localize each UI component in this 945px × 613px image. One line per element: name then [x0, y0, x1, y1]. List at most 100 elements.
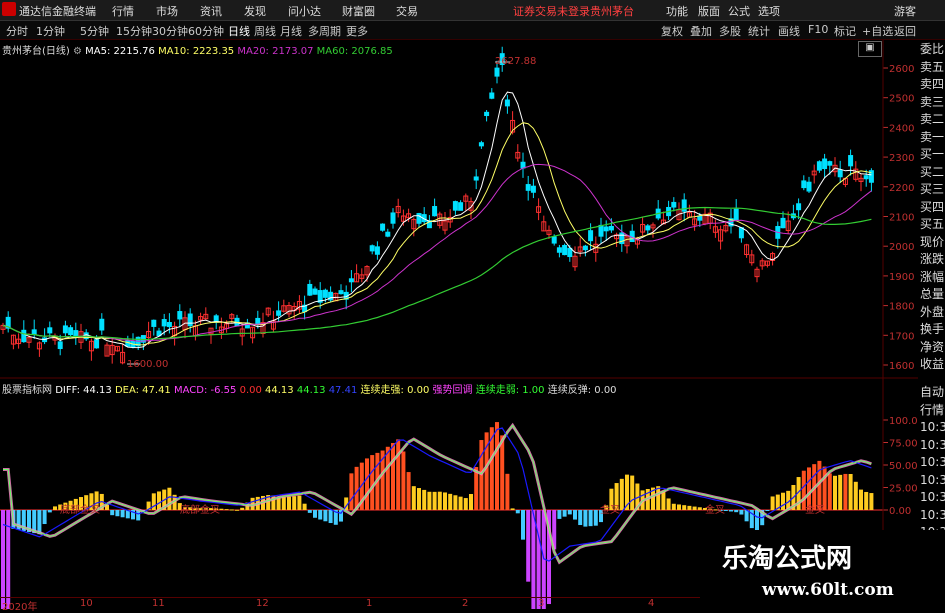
candle-body [494, 67, 500, 77]
quote-field-label: 卖五 [920, 59, 945, 74]
macd-bar [120, 510, 125, 518]
candle-body [837, 169, 843, 178]
macd-bar [521, 510, 525, 540]
candle-body [57, 341, 63, 350]
candle-body [187, 313, 193, 327]
candle-body [484, 111, 490, 117]
macd-bar [656, 486, 661, 510]
macd-bar [328, 510, 333, 524]
price-axis: 2600 2500 2400 2300 2200 2100 2000 1900 1800 1700… [883, 64, 914, 372]
quote-field-label: 收益 [920, 357, 945, 371]
candle-body [458, 202, 464, 211]
tick-item: 10:31 [920, 507, 945, 522]
price-tick-label: 1600 [889, 361, 914, 372]
candle-body [390, 212, 396, 224]
quote-field-label: 卖二 [920, 112, 945, 126]
macd-bar [853, 481, 858, 510]
candle-body [738, 227, 744, 239]
date-label: 10 [80, 598, 93, 609]
candle-body [478, 142, 484, 147]
macd-bar [827, 473, 832, 510]
candle-body [473, 176, 479, 181]
macd-bar [469, 494, 473, 510]
macd-bar [500, 435, 505, 510]
quote-field-label: 卖四 [920, 77, 945, 91]
candle-body [489, 92, 495, 99]
macd-bar [6, 510, 11, 609]
price-tick-label: 2600 [889, 64, 914, 75]
price-tick-label: 2400 [889, 123, 914, 134]
candle-body [645, 225, 651, 231]
macd-tick-label: 100.0 [889, 416, 918, 427]
candle-body [177, 311, 183, 320]
quote-field-label: 现价 [920, 234, 945, 249]
chart-canvas[interactable]: 2600 2500 2400 2300 2200 2100 2000 1900 1800 1700… [0, 0, 945, 609]
pullback-label: 强势回调 [432, 385, 473, 396]
macd-bar [833, 475, 837, 510]
candle-body [312, 288, 318, 295]
macd-bar [401, 451, 406, 510]
macd-bar [765, 510, 770, 511]
macd-tick-label: 0.00 [889, 506, 911, 517]
candle-body [21, 329, 27, 343]
macd-bar [411, 486, 416, 510]
macd-bar [406, 472, 411, 510]
macd-bar [458, 496, 463, 510]
candle-body [276, 310, 282, 316]
settings-icon[interactable]: ⚙ [73, 46, 82, 57]
quote-field-label: 净资 [920, 339, 945, 354]
quote-field-label: 外盘 [920, 304, 945, 319]
weak-value: 连续走弱: 1.00 [475, 385, 545, 396]
macd-bar [505, 473, 510, 510]
macd-bar [437, 491, 442, 510]
macd-bar [453, 495, 458, 510]
main-info-bar: 贵州茅台(日线) ⚙ MA5: 2215.76 MA10: 2223.35 MA… [2, 42, 393, 57]
ma20-line [2, 163, 872, 342]
date-label: 2 [462, 598, 469, 609]
macd-bar [734, 510, 739, 513]
candle-body [806, 181, 812, 192]
macd-title: 股票指标网 [2, 385, 52, 396]
macd-bar [677, 504, 681, 510]
macd-tick-label: 50.00 [889, 461, 918, 472]
macd-bar [427, 491, 432, 510]
macd-bar [531, 510, 536, 609]
candle-body [848, 155, 854, 167]
macd-bar [370, 455, 375, 510]
candlestick-series [0, 46, 874, 365]
price-tick-label: 1800 [889, 302, 914, 313]
macd-bar [115, 510, 120, 517]
macd-bar [755, 510, 759, 531]
candle-body [73, 330, 79, 337]
candle-body [520, 161, 526, 169]
candle-body [99, 318, 105, 331]
macd-bar [443, 492, 447, 510]
macd-bar [838, 474, 843, 510]
candle-body [567, 247, 573, 258]
main-title: 贵州茅台(日线) [2, 46, 70, 57]
candle-body [322, 289, 328, 298]
macd-bar [396, 439, 401, 510]
candle-body [671, 201, 677, 208]
macd-bar [318, 510, 323, 520]
candle-body [348, 278, 354, 283]
v1-value: 0.00 [239, 385, 262, 396]
candle-body [166, 322, 172, 328]
macd-bar [422, 489, 427, 510]
candle-body [827, 161, 833, 166]
macd-bar [354, 466, 359, 510]
candle-body [68, 327, 74, 336]
macd-bar [53, 506, 57, 510]
tick-item: 10:31 [920, 420, 945, 434]
macd-bar [515, 510, 520, 514]
macd-bar [859, 489, 863, 510]
candle-body [151, 319, 157, 327]
zoom-icon[interactable]: ▣ [858, 41, 882, 57]
candle-body [530, 185, 536, 193]
v4-value: 47.41 [328, 385, 358, 396]
candle-body [780, 217, 786, 229]
cross-label: 金叉 [805, 503, 825, 516]
tick-item: 10:31 [920, 437, 945, 452]
macd-bar [391, 443, 395, 510]
macd-bar [110, 510, 115, 516]
